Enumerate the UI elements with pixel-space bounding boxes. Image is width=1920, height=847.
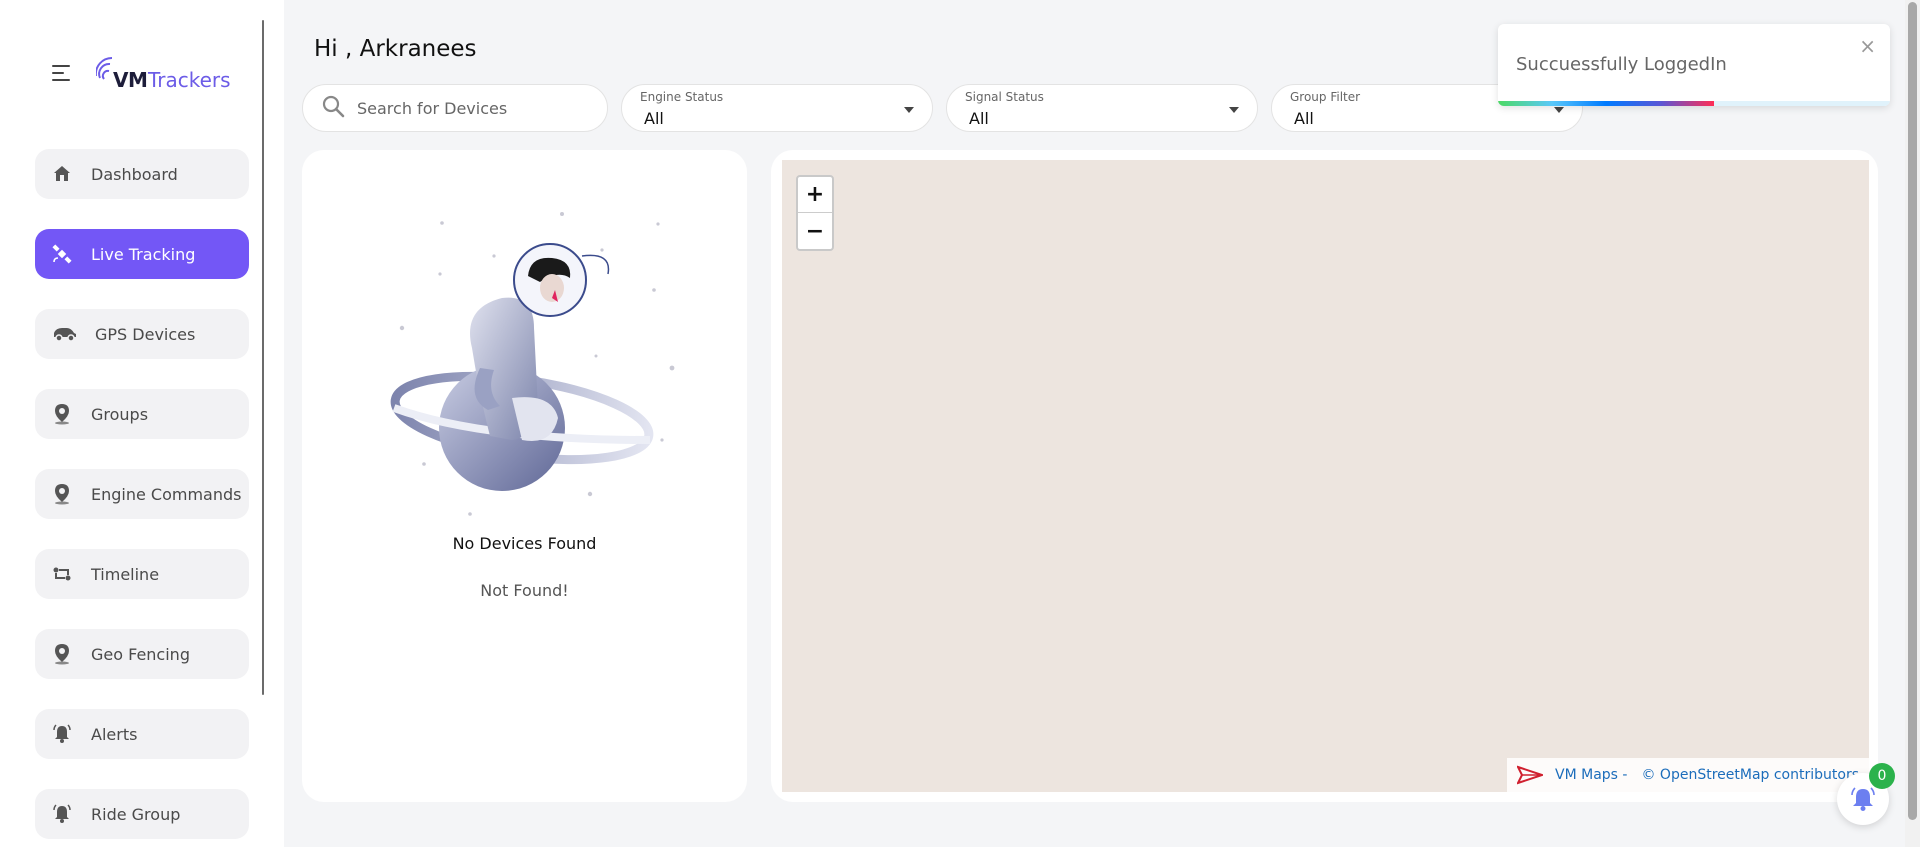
toast-progress-bar: [1498, 101, 1890, 106]
sidebar: VM Trackers Dashboard Live Tracking GPS …: [0, 0, 284, 847]
toast-message: Succuessfully LoggedIn: [1516, 54, 1727, 75]
sidebar-item-label: Engine Commands: [91, 484, 242, 504]
sidebar-item-timeline[interactable]: Timeline: [35, 549, 249, 599]
sidebar-item-label: Ride Group: [91, 804, 181, 824]
notifications-button[interactable]: 0: [1837, 763, 1895, 825]
brand-logo[interactable]: VM Trackers: [96, 54, 246, 94]
sidebar-item-label: GPS Devices: [95, 324, 196, 344]
map-canvas[interactable]: + − VM Maps - © OpenStreetMap contributo…: [782, 160, 1869, 792]
select-caption: Engine Status: [640, 90, 724, 104]
chevron-down-icon: [1229, 107, 1239, 113]
notification-count-badge: 0: [1869, 763, 1895, 789]
map-panel: + − VM Maps - © OpenStreetMap contributo…: [771, 150, 1878, 802]
location-pin-icon: [51, 643, 73, 665]
car-icon: [51, 323, 79, 345]
sidebar-item-alerts[interactable]: Alerts: [35, 709, 249, 759]
search-icon: [321, 94, 345, 122]
select-value: All: [644, 109, 664, 128]
page-scrollbar[interactable]: [1905, 0, 1920, 847]
sidebar-item-ride-group[interactable]: Ride Group: [35, 789, 249, 839]
sidebar-item-dashboard[interactable]: Dashboard: [35, 149, 249, 199]
sidebar-item-label: Live Tracking: [91, 244, 196, 264]
select-value: All: [969, 109, 989, 128]
sidebar-item-label: Timeline: [91, 564, 160, 584]
chevron-down-icon: [1554, 107, 1564, 113]
sidebar-item-geo-fencing[interactable]: Geo Fencing: [35, 629, 249, 679]
bell-icon: [51, 803, 73, 825]
engine-status-select[interactable]: Engine Status All: [621, 84, 933, 132]
location-pin-icon: [51, 403, 73, 425]
satellite-icon: [51, 243, 73, 265]
paper-plane-icon: [1517, 765, 1544, 785]
search-input[interactable]: [357, 98, 587, 118]
attribution-osm-link[interactable]: © OpenStreetMap contributors: [1641, 767, 1859, 783]
sidebar-item-label: Dashboard: [91, 164, 178, 184]
bell-icon: [1850, 786, 1876, 812]
search-box[interactable]: [302, 84, 608, 132]
home-icon: [51, 163, 73, 185]
brand-vm: VM: [113, 68, 148, 92]
toast-notification: Succuessfully LoggedIn ×: [1498, 24, 1890, 106]
toast-progress-fill: [1498, 101, 1714, 106]
sidebar-item-engine-commands[interactable]: Engine Commands: [35, 469, 249, 519]
menu-toggle-icon[interactable]: [52, 64, 74, 82]
zoom-out-button[interactable]: −: [798, 213, 832, 249]
sidebar-divider: [262, 20, 264, 695]
sidebar-item-label: Geo Fencing: [91, 644, 190, 664]
close-icon[interactable]: ×: [1859, 34, 1876, 58]
scrollbar-thumb[interactable]: [1908, 2, 1917, 820]
sidebar-item-label: Alerts: [91, 724, 138, 744]
devices-panel: No Devices Found Not Found!: [302, 150, 747, 802]
select-caption: Group Filter: [1290, 90, 1361, 104]
location-pin-icon: [51, 483, 73, 505]
sidebar-item-groups[interactable]: Groups: [35, 389, 249, 439]
zoom-control: + −: [796, 175, 834, 251]
sidebar-item-live-tracking[interactable]: Live Tracking: [35, 229, 249, 279]
select-caption: Signal Status: [965, 90, 1044, 104]
chevron-down-icon: [904, 107, 914, 113]
bell-icon: [51, 723, 73, 745]
sidebar-item-label: Groups: [91, 404, 149, 424]
empty-state-astronaut-illustration: [390, 212, 675, 516]
signal-status-select[interactable]: Signal Status All: [946, 84, 1258, 132]
sidebar-item-gps-devices[interactable]: GPS Devices: [35, 309, 249, 359]
map-attribution: VM Maps - © OpenStreetMap contributors: [1507, 758, 1869, 792]
empty-state-subtitle: Not Found!: [480, 581, 569, 600]
brand-trackers: Trackers: [148, 68, 231, 92]
empty-state-title: No Devices Found: [452, 534, 597, 553]
attribution-provider-link[interactable]: VM Maps -: [1555, 767, 1627, 783]
zoom-in-button[interactable]: +: [798, 177, 832, 213]
select-value: All: [1294, 109, 1314, 128]
page-greeting: Hi , Arkranees: [314, 36, 477, 62]
route-icon: [51, 563, 73, 585]
sidebar-nav: Dashboard Live Tracking GPS Devices Grou…: [35, 149, 249, 847]
